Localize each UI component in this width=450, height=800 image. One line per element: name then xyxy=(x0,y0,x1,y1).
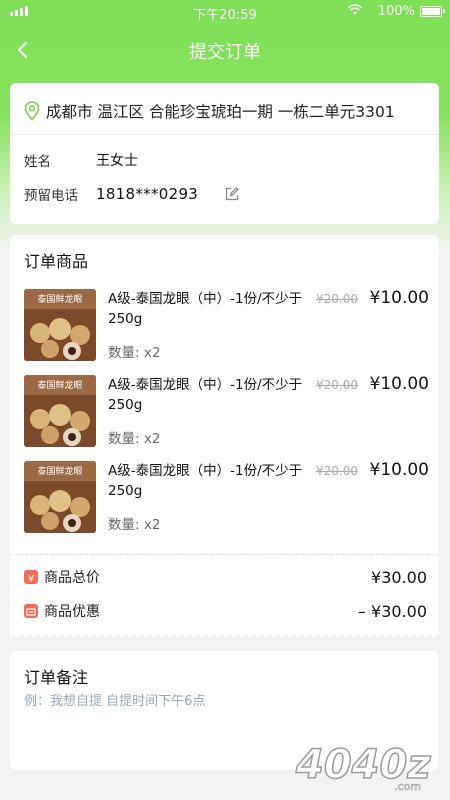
name-label: 姓名 xyxy=(24,154,51,170)
coupon-icon xyxy=(24,604,38,618)
total-price-value: ¥30.00 xyxy=(371,567,427,587)
phone-value: 1818***0293 xyxy=(96,185,199,203)
original-price: ¥20.00 xyxy=(316,464,358,478)
price-tag-icon: ¥ xyxy=(24,570,38,585)
edit-icon[interactable] xyxy=(224,186,240,202)
product-image-label: 泰国鲜龙眼 xyxy=(37,293,82,305)
battery-percent: 100% xyxy=(377,4,415,19)
phone-row: 预留电话 1818***0293 xyxy=(24,183,425,205)
total-price-label: 商品总价 xyxy=(44,570,100,586)
svg-text:.com: .com xyxy=(394,780,421,793)
goods-item[interactable]: 泰国鲜龙眼 A级-泰国龙眼（中）-1份/不少于250g ¥20.00 ¥10.0… xyxy=(24,288,429,363)
address-card[interactable]: 成都市 温江区 合能珍宝琥珀一期 一栋二单元3301 姓名 王女士 预留电话 1… xyxy=(10,83,439,224)
receipt-edge xyxy=(10,633,439,639)
nav-bar: 提交订单 xyxy=(0,28,450,72)
original-price: ¥20.00 xyxy=(316,378,358,392)
price-summary: ¥ 商品总价 ¥30.00 商品优惠 – ¥30.00 xyxy=(10,554,439,633)
product-image-label: 泰国鲜龙眼 xyxy=(37,465,82,477)
product-price: ¥10.00 xyxy=(369,374,429,394)
goods-item[interactable]: 泰国鲜龙眼 A级-泰国龙眼（中）-1份/不少于250g ¥20.00 ¥10.0… xyxy=(24,460,429,535)
product-image-label: 泰国鲜龙眼 xyxy=(37,379,82,391)
phone-label: 预留电话 xyxy=(24,188,78,204)
product-image: 泰国鲜龙眼 xyxy=(24,375,96,447)
product-name: A级-泰国龙眼（中）-1份/不少于250g xyxy=(108,377,303,413)
original-price: ¥20.00 xyxy=(316,292,358,306)
address-text: 成都市 温江区 合能珍宝琥珀一期 一栋二单元3301 xyxy=(46,103,395,121)
goods-section-title: 订单商品 xyxy=(24,252,89,271)
location-pin-icon xyxy=(24,101,40,121)
dashed-divider xyxy=(20,554,429,555)
product-quantity: 数量: x2 xyxy=(108,345,161,361)
discount-label: 商品优惠 xyxy=(44,604,100,620)
product-price: ¥10.00 xyxy=(369,288,429,308)
address-row[interactable]: 成都市 温江区 合能珍宝琥珀一期 一栋二单元3301 xyxy=(24,99,429,123)
page-title: 提交订单 xyxy=(189,42,261,63)
product-quantity: 数量: x2 xyxy=(108,517,161,533)
name-value: 王女士 xyxy=(96,153,138,169)
wifi-icon xyxy=(347,4,363,19)
product-price: ¥10.00 xyxy=(369,460,429,480)
discount-value: – ¥30.00 xyxy=(357,601,427,621)
product-quantity: 数量: x2 xyxy=(108,431,161,447)
site-watermark-logo: 4040z .com xyxy=(294,741,432,793)
divider xyxy=(10,134,439,135)
name-row: 姓名 王女士 xyxy=(24,149,425,171)
svg-text:¥: ¥ xyxy=(28,574,34,585)
product-name: A级-泰国龙眼（中）-1份/不少于250g xyxy=(108,463,303,499)
product-image: 泰国鲜龙眼 xyxy=(24,289,96,361)
product-name: A级-泰国龙眼（中）-1份/不少于250g xyxy=(108,291,303,327)
goods-item[interactable]: 泰国鲜龙眼 A级-泰国龙眼（中）-1份/不少于250g ¥20.00 ¥10.0… xyxy=(24,374,429,449)
note-title: 订单备注 xyxy=(24,668,89,687)
product-image: 泰国鲜龙眼 xyxy=(24,461,96,533)
status-bar: 下午20:59 100% xyxy=(0,0,450,24)
order-goods-card: 订单商品 泰国鲜龙眼 A级-泰国龙眼（中）-1份/不少于250g ¥20.00 … xyxy=(10,235,439,554)
battery-icon xyxy=(420,6,445,17)
total-price-row: ¥ 商品总价 ¥30.00 xyxy=(24,566,427,588)
discount-row: 商品优惠 – ¥30.00 xyxy=(24,600,427,622)
